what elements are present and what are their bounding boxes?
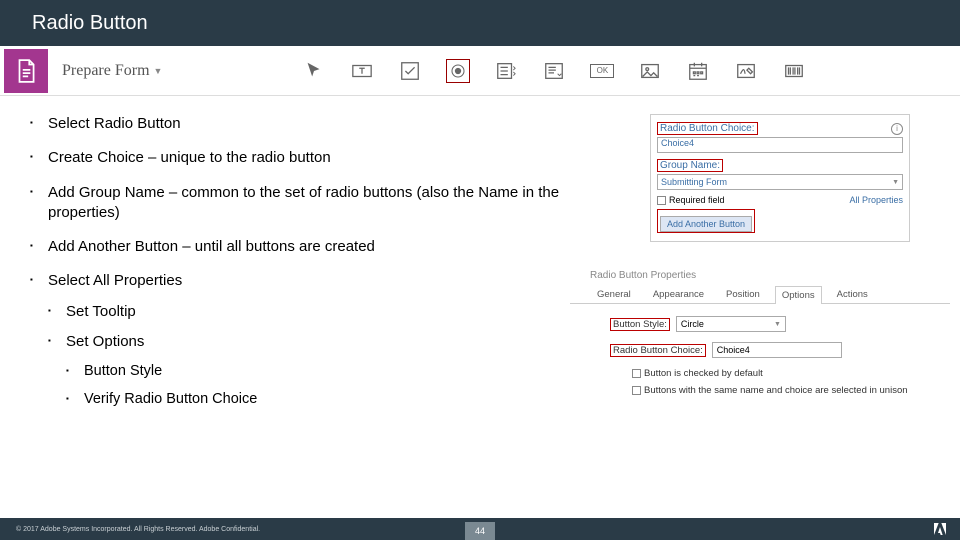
- bullet-text: Select All Properties: [48, 272, 182, 289]
- bullet-item: Set Options Button Style Verify Radio Bu…: [48, 332, 570, 409]
- tab-options[interactable]: Options: [775, 286, 822, 304]
- dropdown-icon[interactable]: [542, 59, 566, 83]
- checkbox-icon[interactable]: [398, 59, 422, 83]
- date-field-icon[interactable]: [686, 59, 710, 83]
- bullet-item: Verify Radio Button Choice: [66, 390, 570, 410]
- adobe-logo-icon: [932, 521, 948, 537]
- prepare-form-icon: [4, 49, 48, 93]
- bullet-item: Button Style: [66, 362, 570, 382]
- bullet-text: Set Options: [66, 333, 144, 350]
- group-name-label: Group Name:: [657, 159, 723, 172]
- bullet-item: Select All Properties Set Tooltip Set Op…: [30, 271, 570, 409]
- list-box-icon[interactable]: [494, 59, 518, 83]
- info-icon[interactable]: i: [891, 123, 903, 135]
- tab-actions[interactable]: Actions: [830, 285, 875, 303]
- radio-properties-dialog: Radio Button Properties General Appearan…: [570, 270, 950, 404]
- properties-tabs: General Appearance Position Options Acti…: [570, 285, 950, 304]
- properties-dialog-title: Radio Button Properties: [570, 270, 950, 281]
- group-name-dropdown[interactable]: Submitting Form ▼: [657, 174, 903, 190]
- unison-checkbox[interactable]: Buttons with the same name and choice ar…: [632, 385, 930, 396]
- tool-icon-row: OK: [302, 59, 806, 83]
- chevron-down-icon: ▼: [774, 321, 781, 328]
- required-field-checkbox[interactable]: Required field: [657, 195, 725, 205]
- bullet-item: Select Radio Button: [30, 114, 570, 134]
- button-style-dropdown[interactable]: Circle ▼: [676, 316, 786, 332]
- radio-choice-input[interactable]: Choice4: [712, 342, 842, 358]
- ok-button-icon[interactable]: OK: [590, 59, 614, 83]
- radio-button-icon[interactable]: [446, 59, 470, 83]
- tab-appearance[interactable]: Appearance: [646, 285, 711, 303]
- bullet-item: Create Choice – unique to the radio butt…: [30, 148, 570, 168]
- bullet-item: Set Tooltip: [48, 302, 570, 322]
- button-style-value: Circle: [681, 319, 704, 329]
- bullet-list-area: Select Radio Button Create Choice – uniq…: [30, 114, 570, 423]
- bullet-item: Add Another Button – until all buttons a…: [30, 237, 570, 257]
- all-properties-link[interactable]: All Properties: [849, 195, 903, 205]
- slide-title: Radio Button: [32, 12, 148, 35]
- prepare-form-label[interactable]: Prepare Form: [62, 62, 150, 80]
- radio-quick-panel: Radio Button Choice: i Choice4 Group Nam…: [650, 114, 910, 242]
- slide-title-bar: Radio Button: [0, 0, 960, 46]
- pointer-icon[interactable]: [302, 59, 326, 83]
- radio-choice-label: Radio Button Choice:: [613, 345, 703, 356]
- signature-icon[interactable]: [734, 59, 758, 83]
- chevron-down-icon: ▼: [892, 179, 899, 186]
- prepare-form-caret-icon[interactable]: ▼: [154, 66, 163, 76]
- prepare-form-toolbar: Prepare Form ▼ OK: [0, 46, 960, 96]
- group-name-value: Submitting Form: [661, 177, 727, 187]
- text-field-icon[interactable]: [350, 59, 374, 83]
- add-another-button[interactable]: Add Another Button: [660, 216, 752, 232]
- barcode-icon[interactable]: [782, 59, 806, 83]
- copyright-text: © 2017 Adobe Systems Incorporated. All R…: [16, 526, 260, 533]
- choice-label: Radio Button Choice:: [657, 122, 758, 135]
- checked-by-default-checkbox[interactable]: Button is checked by default: [632, 368, 930, 379]
- image-field-icon[interactable]: [638, 59, 662, 83]
- button-style-label: Button Style:: [613, 319, 667, 330]
- tab-general[interactable]: General: [590, 285, 638, 303]
- choice-input[interactable]: Choice4: [657, 137, 903, 153]
- bullet-item: Add Group Name – common to the set of ra…: [30, 183, 570, 224]
- tab-position[interactable]: Position: [719, 285, 767, 303]
- page-number: 44: [465, 522, 495, 540]
